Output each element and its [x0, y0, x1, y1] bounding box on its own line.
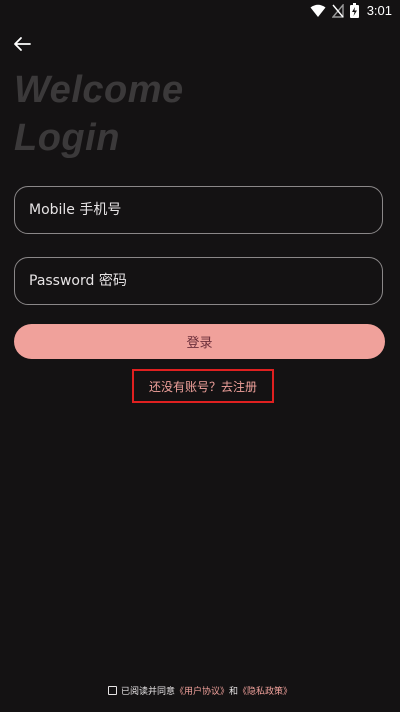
privacy-policy-link[interactable]: 《隐私政策》 [238, 684, 292, 697]
battery-charging-icon [349, 3, 359, 18]
status-icons: 3:01 [310, 3, 392, 18]
mobile-input[interactable] [14, 186, 383, 234]
user-agreement-link[interactable]: 《用户协议》 [175, 684, 229, 697]
back-button[interactable] [8, 30, 36, 58]
agreement-bar: 已阅读并同意 《用户协议》 和 《隐私政策》 [0, 684, 400, 697]
agreement-conjunction: 和 [229, 687, 239, 697]
status-bar: 3:01 [0, 0, 400, 24]
register-link[interactable]: 还没有账号？去注册 [132, 369, 274, 403]
agreement-checkbox[interactable] [107, 686, 117, 695]
login-button[interactable]: 登录 [14, 324, 385, 359]
welcome-title: Welcome Login [14, 66, 184, 162]
welcome-line-2: Login [14, 117, 120, 159]
arrow-left-icon [14, 37, 31, 51]
wifi-icon [310, 4, 326, 17]
password-input[interactable] [14, 257, 383, 305]
status-time: 3:01 [366, 3, 392, 18]
agreement-prefix: 已阅读并同意 [120, 687, 175, 697]
no-signal-icon [331, 3, 344, 18]
welcome-line-1: Welcome [14, 69, 184, 111]
